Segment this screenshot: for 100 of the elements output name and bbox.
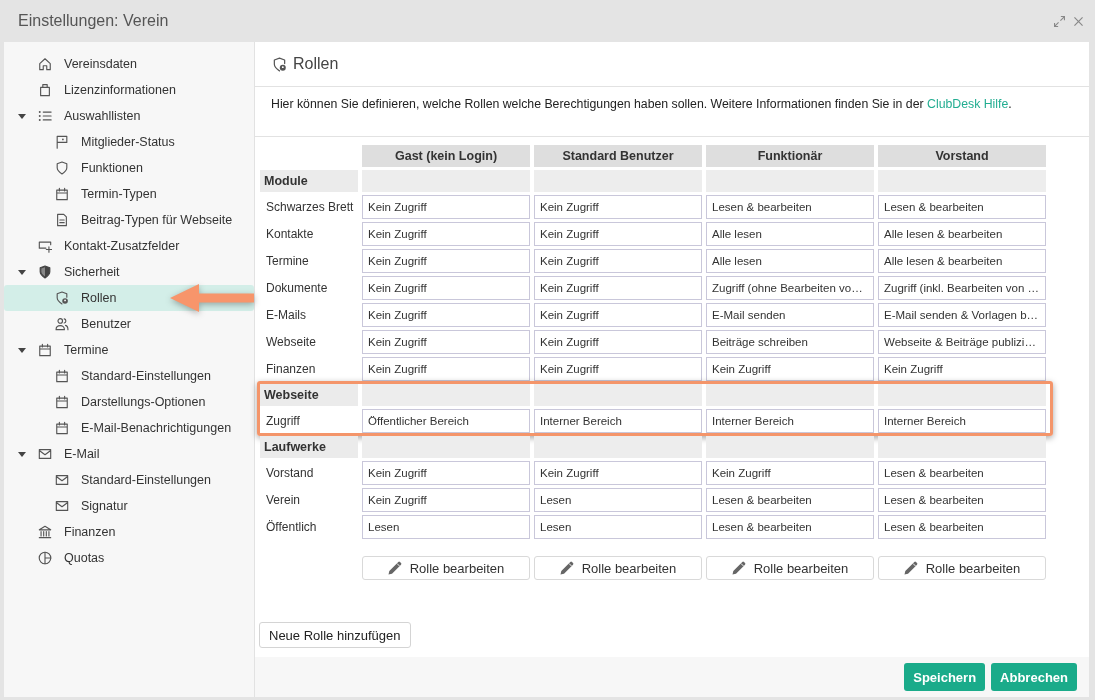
column-header: Vorstand [878,145,1046,167]
table-cell: Kein Zugriff [362,461,530,485]
row-label: Kontakte [265,226,315,243]
sidebar-item[interactable]: Sicherheit [4,259,254,285]
close-icon[interactable] [1074,16,1083,26]
expand-icon[interactable] [1054,15,1065,27]
pencil-icon [731,561,746,575]
table-cell: Alle lesen [706,249,874,273]
table-cell: Alle lesen [706,222,874,246]
window-title: Einstellungen: Verein [18,12,170,30]
table-cell: Kein Zugriff [362,488,530,512]
sidebar-item[interactable]: Finanzen [4,519,254,545]
edit-role-button[interactable]: Rolle bearbeiten [534,556,702,580]
table-cell: Kein Zugriff [534,249,702,273]
shield-badge-icon [272,56,287,72]
table-cell: E-Mail senden & Vorlagen b… [878,303,1046,327]
table-cell: Kein Zugriff [534,461,702,485]
sidebar-item[interactable]: Darstellungs-Optionen [4,389,254,415]
sidebar-item[interactable]: Quotas [4,545,254,571]
row-label: Dokumente [265,280,329,297]
field-add-icon [38,239,52,253]
table-cell: Lesen & bearbeiten [878,461,1046,485]
row-label: Zugriff [265,413,301,430]
table-cell: Kein Zugriff [534,195,702,219]
table-cell: Kein Zugriff [706,357,874,381]
table-cell: Kein Zugriff [534,303,702,327]
table-cell: Kein Zugriff [534,276,702,300]
caret-icon[interactable] [18,347,26,353]
table-cell: Lesen & bearbeiten [706,195,874,219]
sidebar-item[interactable]: Mitglieder-Status [4,129,254,155]
caret-icon[interactable] [18,113,26,119]
add-role-button[interactable]: Neue Rolle hinzufügen [259,622,411,648]
table-cell: Alle lesen & bearbeiten [878,249,1046,273]
sidebar-item[interactable]: Signatur [4,493,254,519]
users-icon [55,317,69,331]
sidebar-item[interactable]: Vereinsdaten [4,51,254,77]
sidebar-item[interactable]: Beitrag-Typen für Webseite [4,207,254,233]
table-cell: Kein Zugriff [362,303,530,327]
calendar-icon [55,421,69,435]
column-header: Gast (kein Login) [362,145,530,167]
sidebar-item[interactable]: Auswahllisten [4,103,254,129]
sidebar-item[interactable]: Termin-Typen [4,181,254,207]
table-cell: Lesen [362,515,530,539]
shield-badge-icon [55,291,69,305]
edit-role-button[interactable]: Rolle bearbeiten [706,556,874,580]
table-cell: Zugriff (ohne Bearbeiten vo… [706,276,874,300]
table-cell: Lesen & bearbeiten [706,515,874,539]
edit-role-button[interactable]: Rolle bearbeiten [878,556,1046,580]
row-label: Finanzen [265,361,317,378]
table-cell: Lesen [534,515,702,539]
sidebar-item[interactable]: Termine [4,337,254,363]
table-cell: Kein Zugriff [706,461,874,485]
bag-icon [38,83,52,97]
table-cell: Webseite & Beiträge publizi… [878,330,1046,354]
table-cell: Lesen & bearbeiten [878,515,1046,539]
section-header: Laufwerke [260,436,358,458]
column-header: Funktionär [706,145,874,167]
row-label: E-Mails [265,307,307,324]
shield-icon [38,265,52,279]
row-label: Öffentlich [265,519,318,536]
table-cell: Kein Zugriff [362,249,530,273]
pencil-icon [559,561,574,575]
mail-icon [55,473,69,487]
mail-icon [38,447,52,461]
pie-chart-icon [38,551,52,565]
section-header: Webseite [260,384,358,406]
pencil-icon [387,561,402,575]
sidebar-item[interactable]: Funktionen [4,155,254,181]
sidebar-item[interactable]: Kontakt-Zusatzfelder [4,233,254,259]
sidebar-item[interactable]: E-Mail [4,441,254,467]
bank-icon [38,525,52,539]
caret-icon[interactable] [18,269,26,275]
table-cell: Zugriff (inkl. Bearbeiten von … [878,276,1046,300]
table-cell: Kein Zugriff [534,330,702,354]
document-icon [55,213,69,227]
table-cell: Lesen [534,488,702,512]
sidebar-item[interactable]: Rollen [4,285,254,311]
calendar-icon [55,187,69,201]
edit-role-button[interactable]: Rolle bearbeiten [362,556,530,580]
sidebar-item[interactable]: Benutzer [4,311,254,337]
panel-title: Rollen [293,55,339,73]
table-cell: Beiträge schreiben [706,330,874,354]
table-cell: Öffentlicher Bereich [362,409,530,433]
column-header: Standard Benutzer [534,145,702,167]
sidebar-item[interactable]: Lizenzinformationen [4,77,254,103]
table-cell: Kein Zugriff [534,222,702,246]
home-icon [38,57,52,71]
table-cell: Kein Zugriff [362,330,530,354]
sidebar-item[interactable]: Standard-Einstellungen [4,363,254,389]
table-cell: Kein Zugriff [534,357,702,381]
mail-icon [55,499,69,513]
row-label: Termine [265,253,310,270]
pencil-icon [903,561,918,575]
sidebar-item[interactable]: E-Mail-Benachrichtigungen [4,415,254,441]
flag-icon [55,135,69,149]
caret-icon[interactable] [18,451,26,457]
sidebar-item[interactable]: Standard-Einstellungen [4,467,254,493]
row-label: Schwarzes Brett [265,199,355,216]
section-header: Module [260,170,358,192]
list-icon [38,109,52,123]
